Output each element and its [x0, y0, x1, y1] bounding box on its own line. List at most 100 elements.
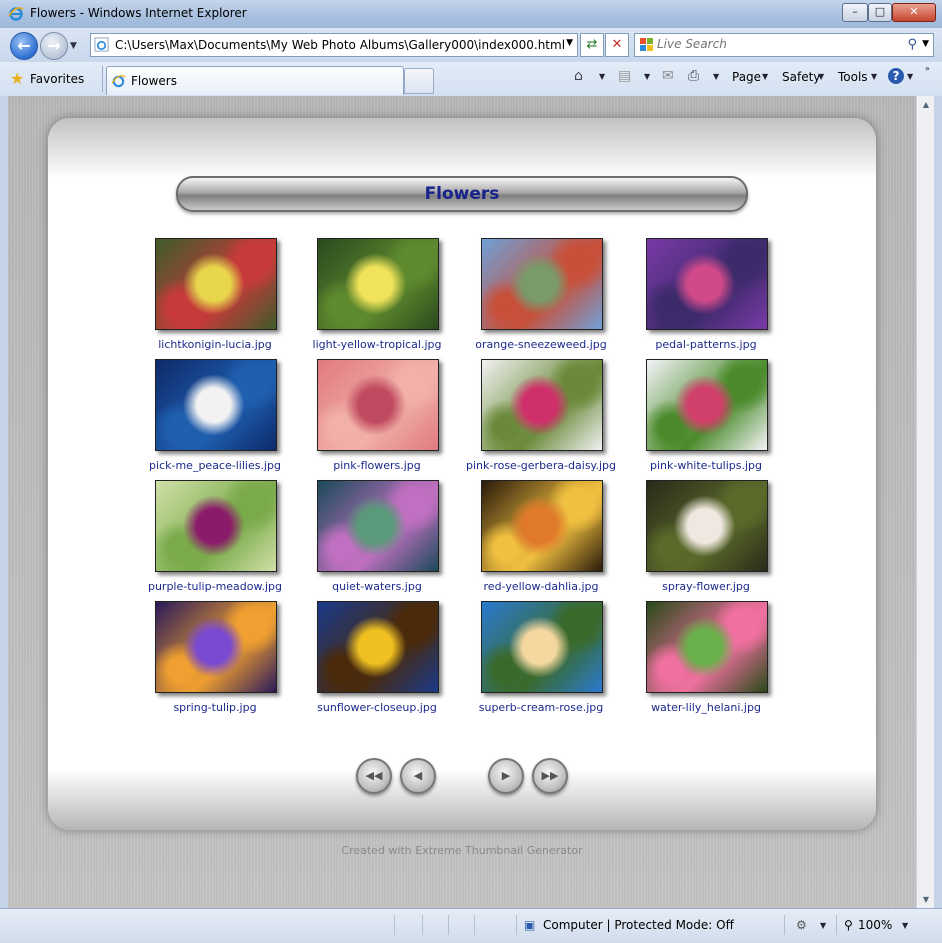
scroll-down-icon[interactable]: ▼ — [917, 891, 935, 908]
stop-icon: ✕ — [611, 37, 623, 52]
scroll-up-icon[interactable]: ▲ — [917, 96, 935, 113]
help-icon[interactable]: ? — [888, 68, 904, 84]
stop-button[interactable]: ✕ — [605, 33, 629, 57]
thumbnail-caption[interactable]: water-lily_helani.jpg — [616, 701, 796, 714]
star-icon: ★ — [10, 69, 25, 88]
card-bottom-shade — [48, 770, 876, 830]
thumbnail-image[interactable] — [317, 359, 439, 451]
home-icon[interactable]: ⌂ — [574, 68, 583, 84]
address-toolbar: ← → ▼ C:\Users\Max\Documents\My Web Phot… — [0, 28, 942, 62]
thumbnail-image[interactable] — [481, 601, 603, 693]
search-icon[interactable]: ⚲ — [907, 37, 917, 52]
tools-menu[interactable]: Tools — [838, 70, 868, 84]
thumbnail-image[interactable] — [646, 480, 768, 572]
ie-page-icon — [94, 37, 109, 52]
thumbnail-caption[interactable]: lichtkonigin-lucia.jpg — [125, 338, 305, 351]
zoom-icon[interactable]: ⚲ — [844, 918, 853, 932]
computer-zone-icon: ▣ — [524, 918, 536, 932]
vertical-scrollbar[interactable]: ▲ ▼ — [916, 96, 935, 908]
favorites-label: Favorites — [30, 72, 85, 86]
tab-command-bar: ★ Favorites Flowers ⌂ ▼ ▤ ▼ ✉ ⎙ ▼ Page ▼… — [0, 62, 942, 97]
search-input[interactable] — [657, 36, 887, 52]
status-divider — [474, 915, 475, 935]
status-divider — [422, 915, 423, 935]
thumbnail-image[interactable] — [646, 359, 768, 451]
print-dropdown-icon[interactable]: ▼ — [713, 72, 719, 81]
thumbnail-caption[interactable]: pedal-patterns.jpg — [616, 338, 796, 351]
back-arrow-icon: ← — [17, 36, 31, 55]
thumbnail-caption[interactable]: pink-white-tulips.jpg — [616, 459, 796, 472]
thumbnail-image[interactable] — [481, 480, 603, 572]
print-icon[interactable]: ⎙ — [688, 68, 699, 84]
gear-icon[interactable]: ⚙ — [796, 918, 807, 932]
thumbnail-image[interactable] — [481, 359, 603, 451]
thumbnail-image[interactable] — [155, 480, 277, 572]
thumbnail-caption[interactable]: purple-tulip-meadow.jpg — [125, 580, 305, 593]
page-menu[interactable]: Page — [732, 70, 761, 84]
thumbnail-image[interactable] — [155, 601, 277, 693]
thumbnail-caption[interactable]: superb-cream-rose.jpg — [451, 701, 631, 714]
thumbnail-caption[interactable]: spray-flower.jpg — [616, 580, 796, 593]
new-tab-button[interactable] — [404, 68, 434, 94]
forward-button[interactable]: → — [40, 32, 68, 60]
thumbnail-image[interactable] — [481, 238, 603, 330]
tab-separator — [102, 66, 103, 92]
thumbnail-caption[interactable]: sunflower-closeup.jpg — [287, 701, 467, 714]
mail-icon[interactable]: ✉ — [662, 68, 674, 84]
back-button[interactable]: ← — [10, 32, 38, 60]
minimize-button[interactable]: – — [842, 3, 868, 22]
gallery-card: Flowers lichtkonigin-lucia.jpg light-yell… — [48, 118, 876, 830]
refresh-button[interactable]: ⇄ — [580, 33, 604, 57]
thumbnail-image[interactable] — [646, 601, 768, 693]
page-dropdown-icon[interactable]: ▼ — [762, 72, 768, 81]
gallery-title: Flowers — [176, 176, 748, 212]
thumbnail-caption[interactable]: light-yellow-tropical.jpg — [287, 338, 467, 351]
thumbnail-caption[interactable]: pink-rose-gerbera-daisy.jpg — [451, 459, 631, 472]
home-dropdown-icon[interactable]: ▼ — [599, 72, 605, 81]
tab-flowers[interactable]: Flowers — [106, 66, 404, 95]
zoom-dropdown-icon[interactable]: ▼ — [902, 921, 908, 930]
next-page-button[interactable]: ▶ — [488, 758, 524, 794]
thumbnail-image[interactable] — [646, 238, 768, 330]
thumbnail-image[interactable] — [155, 238, 277, 330]
chevron-more-icon[interactable]: » — [925, 64, 930, 73]
tools-dropdown-icon[interactable]: ▼ — [871, 72, 877, 81]
last-page-button[interactable]: ▶▶ — [532, 758, 568, 794]
thumbnail-caption[interactable]: orange-sneezeweed.jpg — [451, 338, 631, 351]
safety-dropdown-icon[interactable]: ▼ — [818, 72, 824, 81]
safety-menu[interactable]: Safety — [782, 70, 820, 84]
thumbnail-caption[interactable]: pink-flowers.jpg — [287, 459, 467, 472]
zoom-level[interactable]: 100% — [858, 918, 892, 932]
thumbnail-caption[interactable]: quiet-waters.jpg — [287, 580, 467, 593]
favorites-button[interactable]: ★ Favorites — [8, 68, 84, 90]
status-divider — [836, 915, 837, 935]
history-dropdown-icon[interactable]: ▼ — [70, 41, 77, 51]
thumbnail-caption[interactable]: red-yellow-dahlia.jpg — [451, 580, 631, 593]
page-content: Flowers lichtkonigin-lucia.jpg light-yell… — [8, 96, 916, 908]
thumbnail-caption[interactable]: pick-me_peace-lilies.jpg — [125, 459, 305, 472]
window-frame-right — [934, 96, 942, 908]
thumbnail-image[interactable] — [317, 480, 439, 572]
footer-credit[interactable]: Created with Extreme Thumbnail Generator — [8, 844, 916, 857]
help-dropdown-icon[interactable]: ▼ — [907, 72, 913, 81]
rss-icon[interactable]: ▤ — [618, 68, 631, 84]
feeds-dropdown-icon[interactable]: ▼ — [644, 72, 650, 81]
live-search-icon — [640, 38, 653, 51]
address-field[interactable]: C:\Users\Max\Documents\My Web Photo Albu… — [90, 33, 578, 57]
ie-tab-icon — [111, 75, 126, 88]
tab-label: Flowers — [131, 74, 177, 88]
thumbnail-image[interactable] — [317, 238, 439, 330]
window-title-bar: Flowers - Windows Internet Explorer – □ … — [0, 0, 942, 29]
close-button[interactable]: ✕ — [892, 3, 936, 22]
thumbnail-caption[interactable]: spring-tulip.jpg — [125, 701, 305, 714]
previous-page-button[interactable]: ◀ — [400, 758, 436, 794]
thumbnail-image[interactable] — [155, 359, 277, 451]
status-dropdown-icon[interactable]: ▼ — [820, 921, 826, 930]
maximize-button[interactable]: □ — [868, 3, 892, 22]
search-box[interactable]: ⚲ ▼ — [634, 33, 934, 57]
address-dropdown-icon[interactable]: ▼ — [566, 38, 573, 48]
first-page-button[interactable]: ◀◀ — [356, 758, 392, 794]
status-divider — [784, 915, 785, 935]
search-options-dropdown-icon[interactable]: ▼ — [922, 39, 929, 49]
thumbnail-image[interactable] — [317, 601, 439, 693]
